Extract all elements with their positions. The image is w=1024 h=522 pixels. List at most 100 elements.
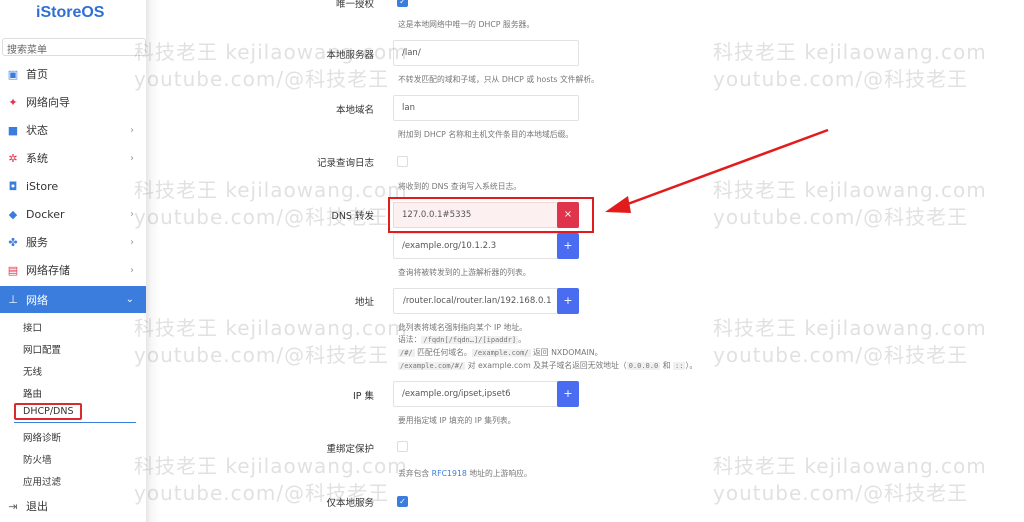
authoritative-label: 唯一授权 — [335, 0, 374, 10]
local-domain-label: 本地域名 — [335, 105, 374, 116]
local-server-input[interactable]: /lan/ — [393, 40, 579, 66]
docker-icon: ◆ — [8, 207, 18, 221]
sidebar-item-status[interactable]: ■ 状态 › — [0, 116, 146, 144]
watermark-text: youtube.com/@科技老王 — [713, 343, 969, 367]
ipset-hint: 要用指定域 IP 填充的 IP 集列表。 — [398, 416, 516, 425]
brand-logo: iStoreOS — [36, 4, 105, 21]
sidebar-item-label: 网络存储 — [26, 264, 70, 277]
log-queries-hint: 将收到的 DNS 查询写入系统日志。 — [398, 182, 522, 191]
add-ipset-button[interactable]: + — [557, 381, 579, 407]
sidebar-item-label: 网络 — [26, 293, 48, 307]
local-server-label: 本地服务器 — [326, 50, 374, 61]
address-ipv6-code: :: — [672, 362, 686, 370]
sidebar-item-network[interactable]: ⊥ 网络 ⌄ — [0, 286, 146, 313]
ipset-label: IP 集 — [352, 391, 374, 402]
sidebar-subitem-diagnostics[interactable]: 网络诊断 — [23, 430, 61, 444]
dashboard-icon: ▣ — [7, 67, 19, 81]
services-icon: ✤ — [8, 235, 18, 249]
address-hint-2: 语法：/fqdn[/fqdn…]/[ipaddr]。 — [398, 334, 526, 345]
highlight-box — [388, 197, 594, 233]
watermark-text: 科技老王 kejilaowang.com — [713, 40, 987, 64]
sidebar-subitem-firewall[interactable]: 防火墙 — [23, 452, 52, 466]
local-service-label: 仅本地服务 — [326, 498, 374, 509]
chevron-right-icon: › — [130, 208, 134, 220]
search-menu-input[interactable]: 搜索菜单 — [2, 38, 146, 56]
address-hint-4: /example.com/#/ 对 example.com 及其子域名返回无效地… — [398, 360, 697, 371]
sidebar-item-label: Docker — [26, 207, 65, 221]
chevron-right-icon: › — [130, 124, 134, 136]
watermark-text: 科技老王 kejilaowang.com — [713, 316, 987, 340]
watermark-text: 科技老王 kejilaowang.com — [134, 316, 408, 340]
chevron-right-icon: › — [130, 152, 134, 164]
address-hint-1: 此列表将域名强制指向某个 IP 地址。 — [398, 323, 527, 332]
dns-forward-label: DNS 转发 — [331, 211, 374, 222]
sidebar-item-istore[interactable]: ◘ iStore — [0, 172, 146, 200]
sidebar-item-label: 状态 — [26, 124, 48, 137]
sidebar-subitem-wireless[interactable]: 无线 — [23, 364, 42, 378]
address-hint-2-pre: 语法： — [398, 335, 422, 344]
rfc1918-link[interactable]: RFC1918 — [432, 469, 467, 478]
address-hint-4-post: ）。 — [685, 361, 698, 370]
watermark-text: youtube.com/@科技老王 — [134, 343, 390, 367]
sidebar-item-services[interactable]: ✤ 服务 › — [0, 228, 146, 256]
arrow-head — [605, 196, 631, 213]
address-hint-3-mid: 匹配任何域名。 — [414, 348, 472, 357]
sidebar-subitem-interfaces[interactable]: 接口 — [23, 320, 42, 334]
sidebar-subitem-app-filter[interactable]: 应用过滤 — [23, 474, 61, 488]
rebind-hint-post: 地址的上游响应。 — [466, 469, 532, 478]
local-service-checkbox[interactable]: ✓ — [397, 496, 408, 507]
watermark-text: youtube.com/@科技老王 — [134, 67, 390, 91]
address-hint-4-mid: 对 example.com 及其子域名返回无效地址（ — [465, 361, 627, 370]
sidebar-item-wizard[interactable]: ✦ 网络向导 — [0, 88, 146, 116]
sidebar-subitem-port-config[interactable]: 网口配置 — [23, 342, 61, 356]
log-queries-label: 记录查询日志 — [316, 158, 374, 169]
rebind-hint-pre: 丢弃包含 — [398, 469, 432, 478]
logout-icon: ⇥ — [8, 499, 18, 513]
sidebar-item-home[interactable]: ▣ 首页 — [0, 60, 146, 88]
network-icon: ⊥ — [8, 293, 18, 306]
address-zero-ip-code: 0.0.0.0 — [626, 362, 661, 370]
chevron-right-icon: › — [130, 264, 134, 276]
watermark-text: youtube.com/@科技老王 — [713, 67, 969, 91]
address-label: 地址 — [354, 297, 374, 308]
local-server-hint: 不转发匹配的域和子域，只从 DHCP 或 hosts 文件解析。 — [398, 75, 599, 84]
sidebar-item-logout[interactable]: ⇥ 退出 — [0, 492, 146, 520]
sidebar-item-label: 服务 — [26, 236, 48, 249]
address-syntax-code: /fqdn[/fqdn…]/[ipaddr] — [421, 336, 519, 344]
dns-forward-hint: 查询将被转发到的上游解析器的列表。 — [398, 268, 531, 277]
add-address-button[interactable]: + — [557, 288, 579, 314]
local-domain-hint: 附加到 DHCP 名称和主机文件条目的本地域后缀。 — [398, 130, 574, 139]
watermark-text: 科技老王 kejilaowang.com — [713, 178, 987, 202]
ipset-input[interactable]: /example.org/ipset,ipset6 — [393, 381, 579, 407]
dns-forward-input-2[interactable]: /example.org/10.1.2.3 — [393, 233, 579, 259]
arrow-shaft — [624, 128, 829, 207]
address-example-wildcard-code: /example.com/#/ — [398, 362, 466, 370]
sidebar-item-nas[interactable]: ▤ 网络存储 › — [0, 256, 146, 284]
rebind-protection-checkbox[interactable] — [397, 441, 408, 452]
sidebar-shadow — [146, 0, 160, 522]
add-dns-forward-button[interactable]: + — [557, 233, 579, 259]
log-queries-checkbox[interactable] — [397, 156, 408, 167]
wizard-icon: ✦ — [8, 95, 18, 109]
local-domain-input[interactable]: lan — [393, 95, 579, 121]
sidebar-item-docker[interactable]: ◆ Docker › — [0, 200, 146, 228]
authoritative-checkbox[interactable]: ✓ — [397, 0, 408, 7]
address-example-code: /example.com/ — [471, 349, 531, 357]
sidebar-item-label: 系统 — [26, 152, 48, 165]
storage-icon: ▤ — [7, 263, 19, 277]
address-hint-4-and: 和 — [660, 361, 673, 370]
address-hint-2-post: 。 — [518, 335, 526, 344]
watermark-text: youtube.com/@科技老王 — [713, 205, 969, 229]
store-icon: ◘ — [8, 179, 18, 193]
chevron-down-icon: ⌄ — [125, 294, 134, 305]
address-input[interactable]: /router.local/router.lan/192.168.0.1 — [393, 288, 579, 314]
chevron-right-icon: › — [130, 236, 134, 248]
watermark-text: 科技老王 kejilaowang.com — [713, 454, 987, 478]
sidebar-item-system[interactable]: ✲ 系统 › — [0, 144, 146, 172]
sidebar-subitem-dhcp-dns[interactable]: DHCP/DNS — [14, 403, 83, 420]
watermark-text: youtube.com/@科技老王 — [713, 481, 969, 505]
sidebar-subitem-routes[interactable]: 路由 — [23, 386, 42, 400]
status-icon: ■ — [7, 123, 19, 137]
sidebar-item-label: iStore — [26, 179, 59, 193]
active-underline — [14, 422, 136, 423]
